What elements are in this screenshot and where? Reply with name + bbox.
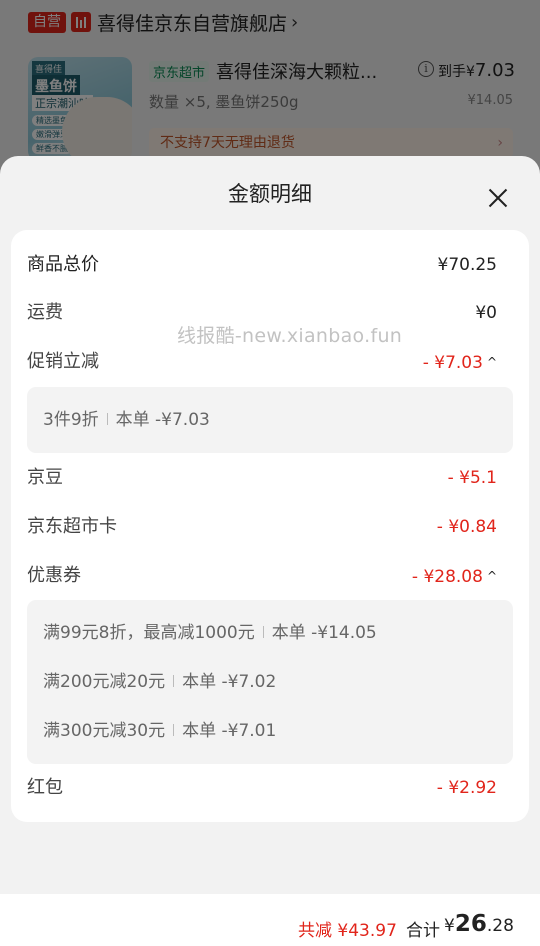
goods-total-row: 商品总价 ¥70.25 (27, 250, 497, 280)
amount-detail-sheet: 金额明细 商品总价 ¥70.25 运费 ¥0 促销立减 - ¥7.03 ^ 3件9… (0, 156, 540, 946)
total-saved: 共减 ¥43.97 (298, 921, 397, 941)
market-card-row: 京东超市卡 - ¥0.84 (27, 512, 497, 542)
chevron-up-icon[interactable]: ^ (487, 347, 497, 377)
row-value: - ¥5.1 (447, 468, 497, 488)
row-label: 红包 (27, 777, 63, 798)
coupon-detail-box: 满99元8折，最高减1000元 本单 -¥14.05 满200元减20元 本单 -¥… (27, 600, 513, 764)
total-amount: ¥26.28 (444, 911, 514, 937)
row-value: ¥70.25 (437, 255, 497, 275)
promo-detail-box: 3件9折 本单 -¥7.03 (27, 387, 513, 453)
row-label: 运费 (27, 302, 63, 323)
promo-detail-line: 3件9折 本单 -¥7.03 (43, 410, 210, 430)
row-value: ¥0 (475, 303, 497, 323)
amount-detail-card: 商品总价 ¥70.25 运费 ¥0 促销立减 - ¥7.03 ^ 3件9折 本单 -… (11, 230, 529, 822)
jingdou-row: 京豆 - ¥5.1 (27, 463, 497, 493)
bottom-total-bar: 共减 ¥43.97 合计 ¥26.28 (0, 894, 540, 946)
row-label: 京东超市卡 (27, 516, 117, 537)
total-label: 合计 (406, 921, 440, 941)
promo-row[interactable]: 促销立减 - ¥7.03 ^ (27, 347, 497, 377)
close-icon[interactable] (486, 186, 510, 210)
row-value: - ¥7.03 ^ (423, 347, 497, 378)
coupon-detail-line: 满200元减20元 本单 -¥7.02 (43, 672, 277, 692)
coupon-row[interactable]: 优惠券 - ¥28.08 ^ (27, 561, 497, 591)
row-label: 优惠券 (27, 565, 81, 586)
coupon-detail-line: 满300元减30元 本单 -¥7.01 (43, 721, 277, 741)
row-value: - ¥2.92 (436, 778, 497, 798)
red-packet-row: 红包 - ¥2.92 (27, 773, 497, 803)
row-value: - ¥28.08 ^ (412, 561, 497, 592)
chevron-up-icon[interactable]: ^ (487, 561, 497, 591)
row-label: 商品总价 (27, 254, 99, 275)
coupon-detail-line: 满99元8折，最高减1000元 本单 -¥14.05 (43, 623, 377, 643)
watermark-text: 线报酷-new.xianbao.fun (177, 325, 403, 347)
sheet-title: 金额明细 (228, 182, 312, 206)
row-value: - ¥0.84 (436, 517, 497, 537)
row-label: 京豆 (27, 467, 63, 488)
row-label: 促销立减 (27, 351, 99, 372)
